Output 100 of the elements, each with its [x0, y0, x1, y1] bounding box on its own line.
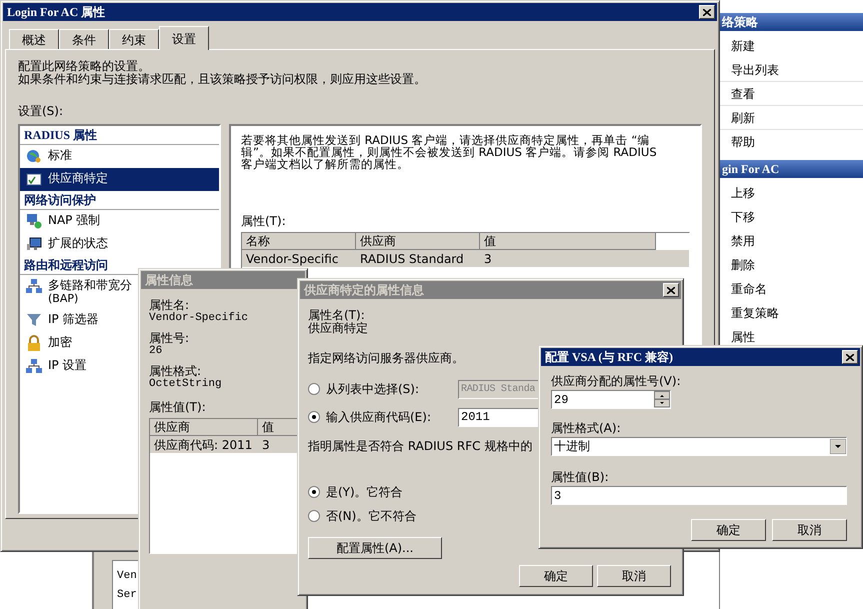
section-label: 属性(T):	[241, 213, 287, 230]
action-link[interactable]: 新建	[720, 34, 863, 58]
column-header[interactable]: 供应商	[150, 419, 258, 436]
radio-label: 否(N)。它不符合	[326, 508, 416, 525]
action-link[interactable]: 禁用	[720, 229, 863, 253]
close-icon	[703, 8, 711, 16]
item-label: 标准	[48, 148, 72, 162]
item-label: IP 筛选器	[48, 312, 99, 326]
globe-icon	[26, 148, 42, 164]
tab[interactable]: 约束	[109, 29, 159, 49]
network-icon	[26, 358, 42, 374]
lock-icon	[26, 335, 42, 351]
dialog-button[interactable]: 配置属性(A)...	[308, 537, 442, 559]
network-icon	[26, 278, 42, 294]
field-label: 属性名:	[149, 299, 190, 312]
close-icon	[846, 354, 854, 360]
settings-item[interactable]: 扩展的状态	[20, 233, 219, 256]
funnel-icon	[26, 312, 42, 328]
field-label: 属性值(T):	[149, 399, 207, 416]
list-row[interactable]: Vendor-Specific RADIUS Standard 3	[242, 250, 689, 267]
text-line: Ser	[117, 588, 138, 603]
intro-text: 配置此网络策略的设置。	[18, 60, 151, 73]
window-title: 配置 VSA (与 RFC 兼容)	[545, 349, 673, 366]
item-label: IP 设置	[48, 358, 87, 372]
column-header[interactable]: 供应商	[356, 233, 480, 250]
monitor-icon	[26, 236, 42, 252]
field-value: 供应商特定	[308, 322, 369, 335]
prompt-text: 指明属性是否符合 RADIUS RFC 规格中的	[308, 438, 532, 455]
text-line: Ven	[117, 569, 138, 584]
number-spinner[interactable]: 29	[551, 390, 671, 409]
column-header[interactable]: 名称	[242, 233, 356, 250]
action-link[interactable]: 帮助	[720, 130, 863, 154]
input-field[interactable]: 2011	[458, 408, 540, 426]
input-field[interactable]: 3	[551, 486, 847, 505]
radio-label: 从列表中选择(S):	[326, 381, 420, 398]
radio-button[interactable]	[308, 486, 320, 498]
field-value: OctetString	[149, 378, 223, 390]
action-link[interactable]: 查看	[720, 82, 863, 106]
dialog-button[interactable]: 确定	[691, 519, 766, 541]
action-link[interactable]: 上移	[720, 181, 863, 205]
item-label: 扩展的状态	[48, 236, 108, 250]
column-header[interactable]: 值	[480, 233, 656, 250]
item-label: 加密	[48, 335, 72, 349]
radio-label: 输入供应商代码(E):	[326, 409, 431, 426]
field-value: Vendor-Specific	[149, 312, 250, 324]
group-header: RADIUS 属性	[20, 126, 219, 145]
intro-text: 如果条件和约束与连接请求匹配，且该策略授予访问权限，则应用这些设置。	[18, 73, 427, 86]
settings-item[interactable]: 标准	[20, 145, 219, 168]
dialog-button[interactable]: 取消	[772, 519, 847, 541]
field-label: 属性格式(A):	[551, 420, 622, 437]
close-icon	[667, 286, 675, 294]
spinner-arrows-icon	[654, 391, 670, 408]
monitor-icon	[26, 213, 42, 229]
item-label: 多链路和带宽分	[48, 278, 132, 292]
field-label: 属性号:	[149, 332, 190, 345]
section-header: 络策略	[720, 13, 863, 31]
tab[interactable]: 条件	[59, 29, 109, 49]
table-cell-text: 3	[483, 250, 493, 268]
settings-item[interactable]: 供应商特定	[20, 168, 219, 191]
dialog-button[interactable]: 确定	[519, 565, 593, 587]
radio-button[interactable]	[308, 510, 320, 522]
action-link[interactable]: 重命名	[720, 277, 863, 301]
action-link[interactable]: 属性	[720, 325, 863, 349]
dropdown-arrow-icon	[830, 439, 846, 454]
table-cell-text: 供应商代码: 2011	[153, 436, 254, 454]
format-dropdown[interactable]: 十进制	[551, 437, 847, 456]
description-text: 若要将其他属性发送到 RADIUS 客户端，请选择供应商特定属性，再单击 “编辑”。如果不配置属性，则属性不会被发送到 RADIUS 客户端。请参阅 RADIUS 客户端文档以了解所需的属性。	[241, 134, 658, 170]
table-cell-text: RADIUS Standard	[359, 250, 465, 268]
field-label: 供应商分配的属性号(V):	[551, 373, 682, 390]
section-header: gin For AC	[720, 160, 863, 178]
action-link[interactable]: 下移	[720, 205, 863, 229]
table-cell-text: 3	[261, 436, 271, 454]
field-label: 属性名(T):	[308, 309, 366, 322]
group-header: 网络访问保护	[20, 191, 219, 210]
action-link[interactable]: 重复策略	[720, 301, 863, 325]
field-value: 26	[149, 345, 164, 357]
action-link[interactable]: 删除	[720, 253, 863, 277]
item-label: (BAP)	[48, 292, 80, 306]
tab[interactable]: 概述	[9, 29, 59, 49]
radio-label: 是(Y)。它符合	[326, 484, 403, 501]
table-cell-text: Vendor-Specific	[245, 250, 340, 268]
settings-item[interactable]: NAP 强制	[20, 210, 219, 233]
window-title: 供应商特定的属性信息	[304, 282, 424, 299]
item-label: NAP 强制	[48, 213, 100, 227]
window-title: 属性信息	[145, 272, 193, 289]
tab[interactable]: 设置	[159, 26, 209, 50]
action-link[interactable]: 导出列表	[720, 58, 863, 82]
radio-button[interactable]	[308, 411, 320, 423]
field-label: 属性值(B):	[551, 469, 610, 486]
section-label: 设置(S):	[18, 103, 64, 120]
close-button[interactable]	[842, 350, 858, 364]
close-button[interactable]	[663, 283, 679, 297]
prompt-text: 指定网络访问服务器供应商。	[308, 350, 464, 367]
window-title: Login For AC 属性	[7, 4, 106, 21]
action-link[interactable]: 刷新	[720, 106, 863, 130]
form-icon	[26, 171, 42, 187]
item-label: 供应商特定	[48, 171, 108, 185]
dialog-button[interactable]: 取消	[597, 565, 671, 587]
field-label: 属性格式:	[149, 365, 202, 378]
close-button[interactable]	[699, 5, 715, 19]
